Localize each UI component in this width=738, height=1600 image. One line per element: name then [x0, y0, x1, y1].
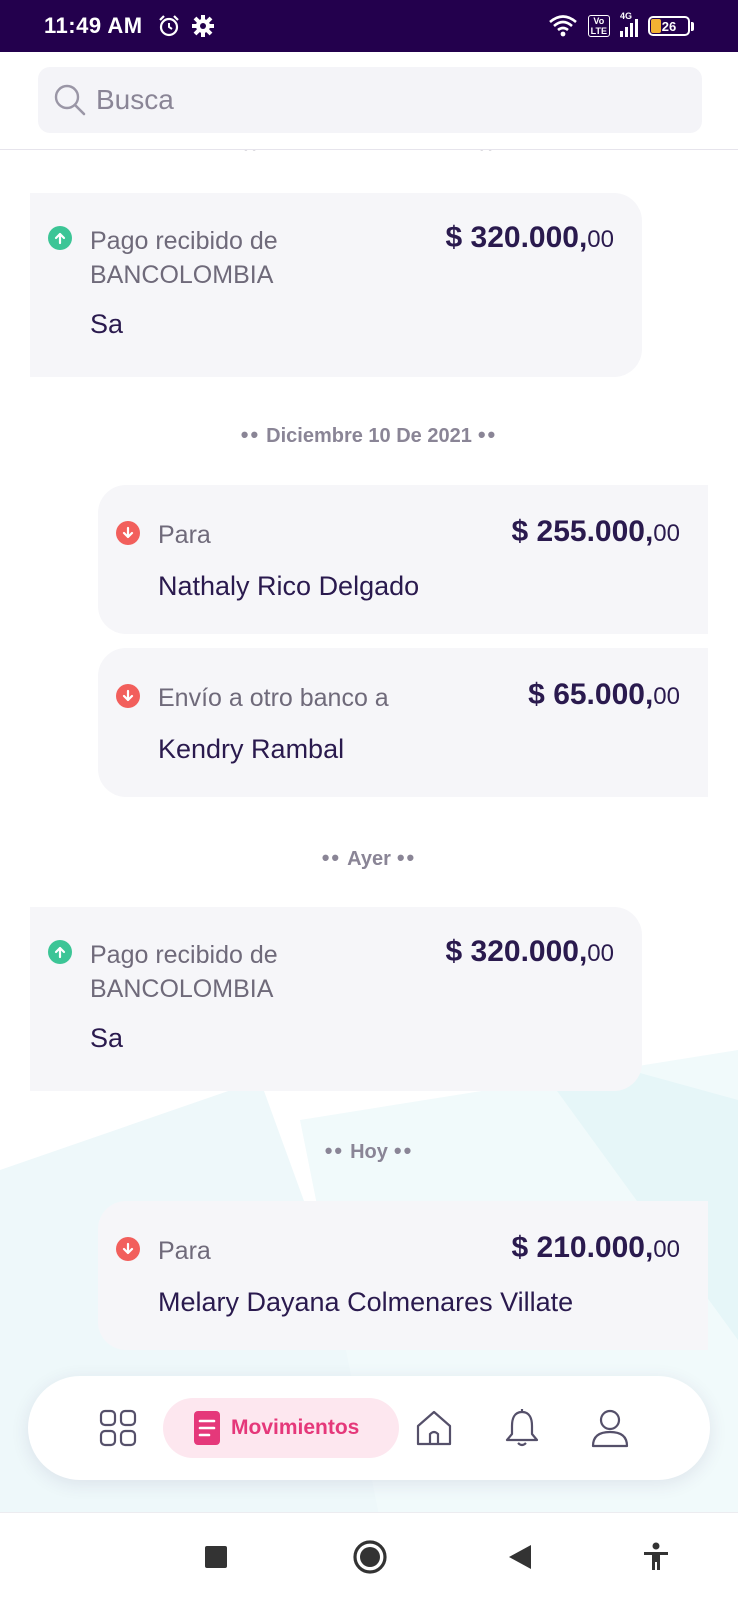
- transaction-amount: $ 65.000,00: [528, 678, 680, 711]
- settings-gear-icon: [191, 15, 214, 37]
- incoming-arrow-icon: [48, 226, 72, 250]
- home-icon: [416, 1410, 452, 1446]
- search-input[interactable]: Busca: [38, 67, 702, 133]
- transaction-counterparty: Nathaly Rico Delgado: [158, 571, 420, 601]
- transaction-card[interactable]: Pago recibido de BANCOLOMBIA Sa $ 320.00…: [30, 193, 642, 377]
- date-header: •• Hoy ••: [324, 1138, 414, 1163]
- nav-item-movimientos[interactable]: Movimientos: [163, 1398, 399, 1458]
- volte-badge: Vo LTE: [587, 15, 610, 37]
- transaction-amount: $ 210.000,00: [511, 1231, 681, 1264]
- search-placeholder: Busca: [96, 84, 174, 115]
- nav-item-profile[interactable]: [584, 1402, 636, 1454]
- transaction-label: Para: [158, 1237, 211, 1265]
- signal-indicator: 4G: [620, 11, 638, 37]
- back-button[interactable]: [498, 1535, 542, 1579]
- system-navigation-bar: [0, 1512, 738, 1600]
- transaction-counterparty: Melary Dayana Colmenares Villate: [158, 1287, 574, 1317]
- circle-icon: [353, 1540, 387, 1574]
- accessibility-icon: [644, 1542, 668, 1570]
- recents-button[interactable]: [194, 1535, 238, 1579]
- search-icon: [54, 84, 86, 116]
- user-icon: [591, 1409, 629, 1448]
- transaction-card[interactable]: Envío a otro banco a Kendry Rambal $ 65.…: [98, 648, 708, 797]
- nav-item-notifications[interactable]: [496, 1402, 548, 1454]
- status-left-icons: [157, 14, 215, 38]
- transaction-counterparty: Sa: [90, 309, 124, 339]
- transaction-card[interactable]: Para Melary Dayana Colmenares Villate $ …: [98, 1201, 708, 1350]
- alarm-icon: [158, 15, 179, 37]
- transaction-amount: $ 320.000,00: [445, 221, 615, 254]
- network-type: 4G: [620, 11, 633, 21]
- battery-level: 26: [661, 18, 677, 34]
- back-triangle-icon: [509, 1545, 531, 1569]
- nav-item-home[interactable]: [408, 1402, 460, 1454]
- nav-active-label: Movimientos: [231, 1416, 360, 1439]
- square-icon: [205, 1546, 227, 1568]
- accessibility-button[interactable]: [634, 1535, 678, 1579]
- wifi-icon: [548, 15, 577, 37]
- transaction-label: Para: [158, 521, 211, 549]
- transaction-card[interactable]: Para Nathaly Rico Delgado $ 255.000,00: [98, 485, 708, 634]
- list-icon: [194, 1411, 220, 1445]
- outgoing-arrow-icon: [116, 684, 140, 708]
- date-header: •• Diciembre 10 De 2021 ••: [240, 422, 498, 447]
- status-bar: 11:49 AM Vo LTE 4G 26: [0, 0, 738, 52]
- transaction-amount: $ 255.000,00: [511, 515, 681, 548]
- transaction-label: Pago recibido de BANCOLOMBIA: [90, 227, 278, 289]
- transaction-label: Envío a otro banco a: [158, 684, 389, 712]
- bell-icon: [505, 1409, 539, 1447]
- status-time: 11:49 AM: [44, 13, 143, 38]
- transaction-amount: $ 320.000,00: [445, 935, 615, 968]
- outgoing-arrow-icon: [116, 521, 140, 545]
- incoming-arrow-icon: [48, 940, 72, 964]
- battery-indicator: 26: [648, 16, 694, 36]
- outgoing-arrow-icon: [116, 1237, 140, 1261]
- transaction-counterparty: Sa: [90, 1023, 124, 1053]
- bottom-navigation: Movimientos: [28, 1376, 710, 1480]
- date-header: •• Ayer ••: [321, 845, 417, 870]
- transaction-card[interactable]: Pago recibido de BANCOLOMBIA Sa $ 320.00…: [30, 907, 642, 1091]
- transaction-label: Pago recibido de BANCOLOMBIA: [90, 941, 278, 1003]
- status-right-icons: Vo LTE 4G 26: [548, 11, 694, 38]
- grid-icon: [99, 1409, 137, 1447]
- battery-icon: 26: [648, 16, 690, 36]
- nav-item-dashboard[interactable]: [92, 1402, 144, 1454]
- search-bar-container: Busca: [0, 52, 738, 150]
- home-button[interactable]: [348, 1535, 392, 1579]
- transaction-counterparty: Kendry Rambal: [158, 734, 345, 764]
